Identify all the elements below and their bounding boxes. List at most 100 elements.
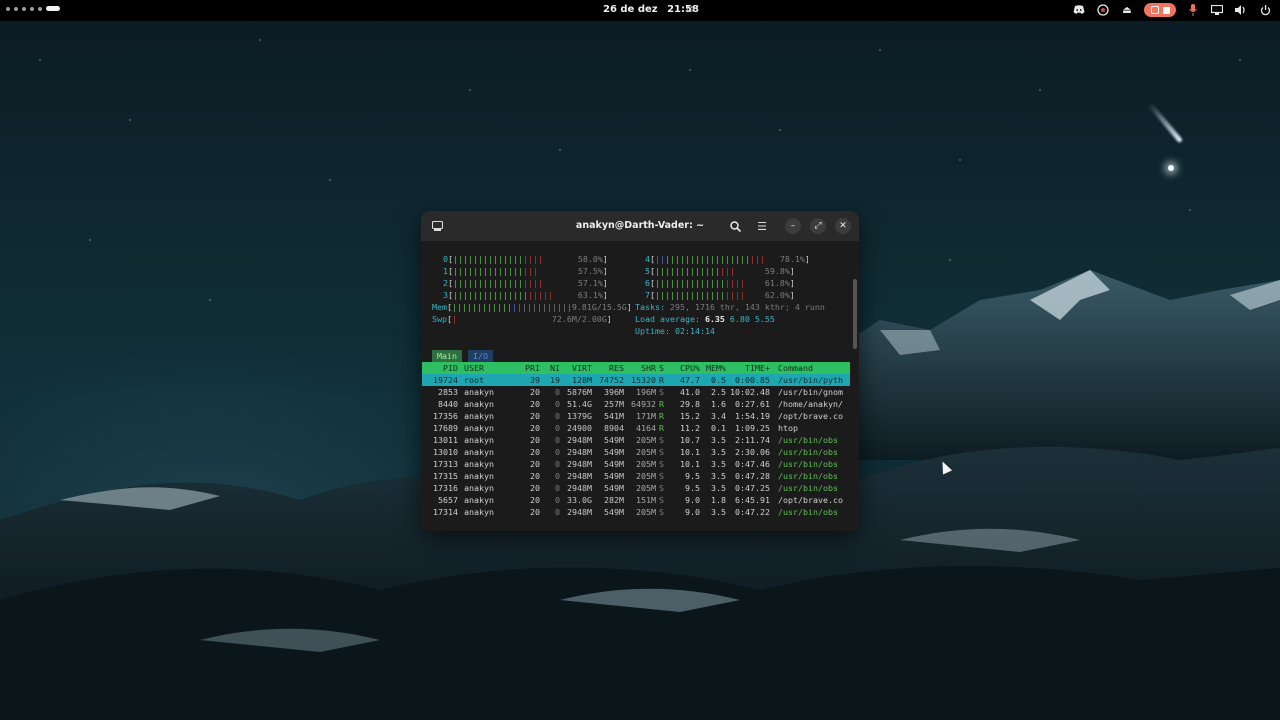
table-row[interactable]: 17315 anakyn 20 0 2948M 549M 205M S 9.5 3.5 0:47.2…: [422, 470, 850, 482]
table-row[interactable]: 8440 anakyn 20 0 51.4G 257M 64932 R 29.8 1.6 0:27.…: [422, 398, 850, 410]
table-cell: anakyn: [464, 399, 494, 409]
column-header[interactable]: USER: [464, 362, 514, 374]
minimize-button[interactable]: –: [785, 218, 801, 234]
table-cell: 0:47.22: [735, 507, 770, 517]
cpu-meter: 1[||||||||||||||||| 57.5%]: [443, 266, 608, 276]
table-cell: 196M: [636, 387, 656, 397]
workspace-dot[interactable]: [38, 6, 42, 11]
maximize-button[interactable]: ⤢: [810, 218, 826, 234]
table-cell: 5876M: [567, 387, 592, 397]
screen-share-icon[interactable]: [1096, 3, 1110, 17]
column-header[interactable]: VIRT: [560, 362, 592, 374]
table-cell: 0.1: [711, 423, 726, 433]
table-cell: 24900: [567, 423, 592, 433]
cpu-meter: 2[|||||||||||||||||| 57.1%]: [443, 278, 608, 288]
table-cell: 20: [530, 447, 540, 457]
table-cell: anakyn: [464, 483, 494, 493]
table-cell: 282M: [604, 495, 624, 505]
column-header[interactable]: TIME+: [726, 362, 770, 374]
table-cell: 11.2: [680, 423, 700, 433]
screen-recording-indicator[interactable]: [1144, 3, 1176, 17]
table-row[interactable]: 5657 anakyn 20 0 33.0G 282M 151M S 9.0 1.8 6:45.91…: [422, 494, 850, 506]
table-cell: anakyn: [464, 423, 494, 433]
table-cell: 19724: [433, 375, 458, 385]
table-cell: 2948M: [567, 447, 592, 457]
table-cell: 20: [530, 387, 540, 397]
table-cell: 20: [530, 399, 540, 409]
table-cell: 549M: [604, 507, 624, 517]
htop-tabs: Main I/O: [432, 350, 493, 362]
swap-meter: Swp[| 72.6M/2.00G]: [432, 314, 612, 324]
tab-io[interactable]: I/O: [467, 350, 493, 362]
column-header[interactable]: RES: [592, 362, 624, 374]
table-row[interactable]: 17356 anakyn 20 0 1379G 541M 171M R 15.2 3.4 1:54.…: [422, 410, 850, 422]
table-row[interactable]: 13010 anakyn 20 0 2948M 549M 205M S 10.1 3.5 2:30.…: [422, 446, 850, 458]
search-icon[interactable]: [727, 218, 743, 234]
table-cell: 2948M: [567, 459, 592, 469]
column-header[interactable]: SHR: [624, 362, 656, 374]
workspace-active[interactable]: [46, 6, 60, 11]
column-header[interactable]: CPU%: [668, 362, 700, 374]
table-cell: 20: [530, 423, 540, 433]
tab-main[interactable]: Main: [432, 350, 462, 362]
column-header[interactable]: NI: [542, 362, 560, 374]
table-cell: 17316: [433, 483, 458, 493]
table-cell: /usr/bin/gnom: [778, 387, 843, 397]
tasks-summary: Tasks: 295, 1716 thr, 143 kthr; 4 runn: [635, 302, 825, 312]
column-header[interactable]: S: [659, 362, 667, 374]
table-cell: 205M: [636, 471, 656, 481]
close-button[interactable]: ✕: [835, 218, 851, 234]
table-row[interactable]: 17316 anakyn 20 0 2948M 549M 205M S 9.5 3.5 0:47.2…: [422, 482, 850, 494]
table-cell: 15320: [631, 375, 656, 385]
table-row[interactable]: 17689 anakyn 20 0 24900 8904 4164 R 11.2 0.1 1:09.…: [422, 422, 850, 434]
table-cell: 74752: [599, 375, 624, 385]
table-row[interactable]: 17313 anakyn 20 0 2948M 549M 205M S 10.1 3.5 0:47.…: [422, 458, 850, 470]
workspace-dot[interactable]: [14, 6, 18, 11]
table-cell: 39: [530, 375, 540, 385]
workspace-dot[interactable]: [6, 6, 10, 11]
eject-icon[interactable]: ⏏: [1120, 3, 1134, 17]
do-not-disturb-icon: ⊘: [686, 4, 695, 15]
table-cell: 9.5: [685, 483, 700, 493]
table-cell: 205M: [636, 507, 656, 517]
table-row[interactable]: 19724 root 39 19 128M 74752 15320 R 47.7 0.5 0:00.…: [422, 374, 850, 386]
terminal-titlebar[interactable]: anakyn@Darth-Vader: ~ ☰ – ⤢ ✕: [421, 211, 859, 241]
workspace-indicator[interactable]: [6, 6, 60, 11]
cpu-meter: 5[|||||||||||||||| 59.8%]: [645, 266, 795, 276]
table-row[interactable]: 13011 anakyn 20 0 2948M 549M 205M S 10.7 3.5 2:11.…: [422, 434, 850, 446]
workspace-dot[interactable]: [22, 6, 26, 11]
scrollbar[interactable]: [853, 279, 857, 349]
column-header[interactable]: MEM%: [700, 362, 726, 374]
column-header[interactable]: PID: [422, 362, 458, 374]
microphone-icon[interactable]: [1186, 3, 1200, 17]
column-header[interactable]: PRI: [514, 362, 540, 374]
table-cell: htop: [778, 423, 798, 433]
table-cell: 3.5: [711, 471, 726, 481]
process-table-header[interactable]: PID USER PRI NI VIRT RES SHR S CPU% MEM% TIME+ Comm…: [422, 362, 850, 374]
table-cell: S: [659, 507, 664, 517]
terminal-window[interactable]: anakyn@Darth-Vader: ~ ☰ – ⤢ ✕ 0[||||||||…: [421, 211, 859, 531]
table-cell: 541M: [604, 411, 624, 421]
workspace-dot[interactable]: [30, 6, 34, 11]
menu-icon[interactable]: ☰: [754, 218, 770, 234]
power-icon[interactable]: [1258, 3, 1272, 17]
table-row[interactable]: 2853 anakyn 20 0 5876M 396M 196M S 41.0 2.5 10:02.…: [422, 386, 850, 398]
table-cell: 549M: [604, 435, 624, 445]
htop-screen[interactable]: 0[|||||||||||||||||| 58.0%] 1[||||||||||…: [421, 241, 859, 531]
table-cell: 396M: [604, 387, 624, 397]
table-cell: 549M: [604, 483, 624, 493]
table-cell: 3.5: [711, 483, 726, 493]
table-cell: 20: [530, 507, 540, 517]
network-icon[interactable]: [1210, 3, 1224, 17]
table-cell: 9.0: [685, 495, 700, 505]
table-cell: 0: [555, 483, 560, 493]
table-cell: 10.7: [680, 435, 700, 445]
volume-icon[interactable]: [1234, 3, 1248, 17]
table-row[interactable]: 17314 anakyn 20 0 2948M 549M 205M S 9.0 3.5 0:47.2…: [422, 506, 850, 518]
column-header[interactable]: Command: [778, 362, 850, 374]
discord-icon[interactable]: [1072, 3, 1086, 17]
table-cell: 1:54.19: [735, 411, 770, 421]
table-cell: 10.1: [680, 459, 700, 469]
cpu-meter: 6[|||||||||||||||||| 61.8%]: [645, 278, 795, 288]
table-cell: /opt/brave.co: [778, 495, 843, 505]
